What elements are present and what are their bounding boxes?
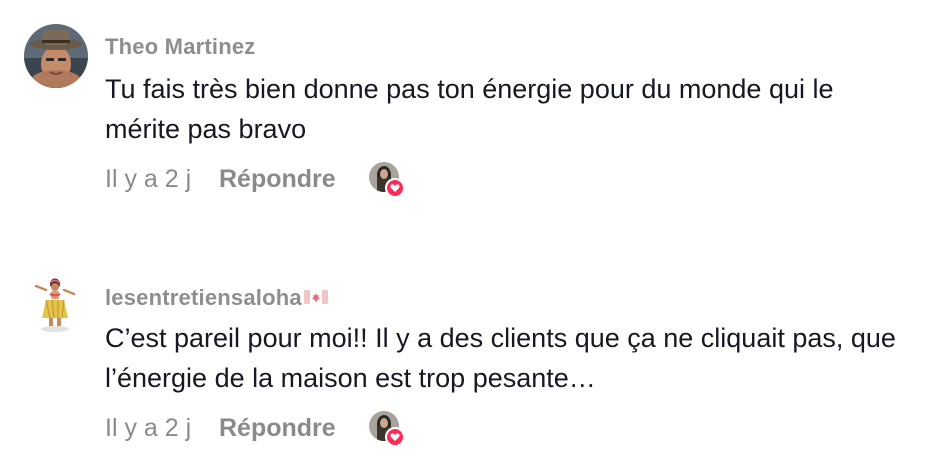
heart-icon: [385, 427, 405, 447]
comment-username[interactable]: lesentretiensaloha: [105, 285, 328, 312]
reply-button[interactable]: Répondre: [219, 165, 336, 194]
reply-button[interactable]: Répondre: [219, 414, 336, 443]
heart-icon: [385, 178, 405, 198]
canada-flag-icon: [303, 284, 328, 310]
comment-text: C’est pareil pour moi!! Il y a des clien…: [105, 323, 896, 393]
comment-username-text: lesentretiensaloha: [105, 285, 302, 310]
man-with-hat-avatar[interactable]: [24, 24, 88, 88]
hula-dancer-avatar[interactable]: [24, 276, 88, 340]
comment-username[interactable]: Theo Martinez: [105, 34, 256, 60]
comment-text: Tu fais très bien donne pas ton énergie …: [105, 74, 834, 144]
liked-by-creator-badge: [369, 162, 405, 198]
comment-timestamp: Il y a 2 j: [105, 414, 192, 442]
comment-timestamp: Il y a 2 j: [105, 165, 192, 193]
liked-by-creator-badge: [369, 411, 405, 447]
